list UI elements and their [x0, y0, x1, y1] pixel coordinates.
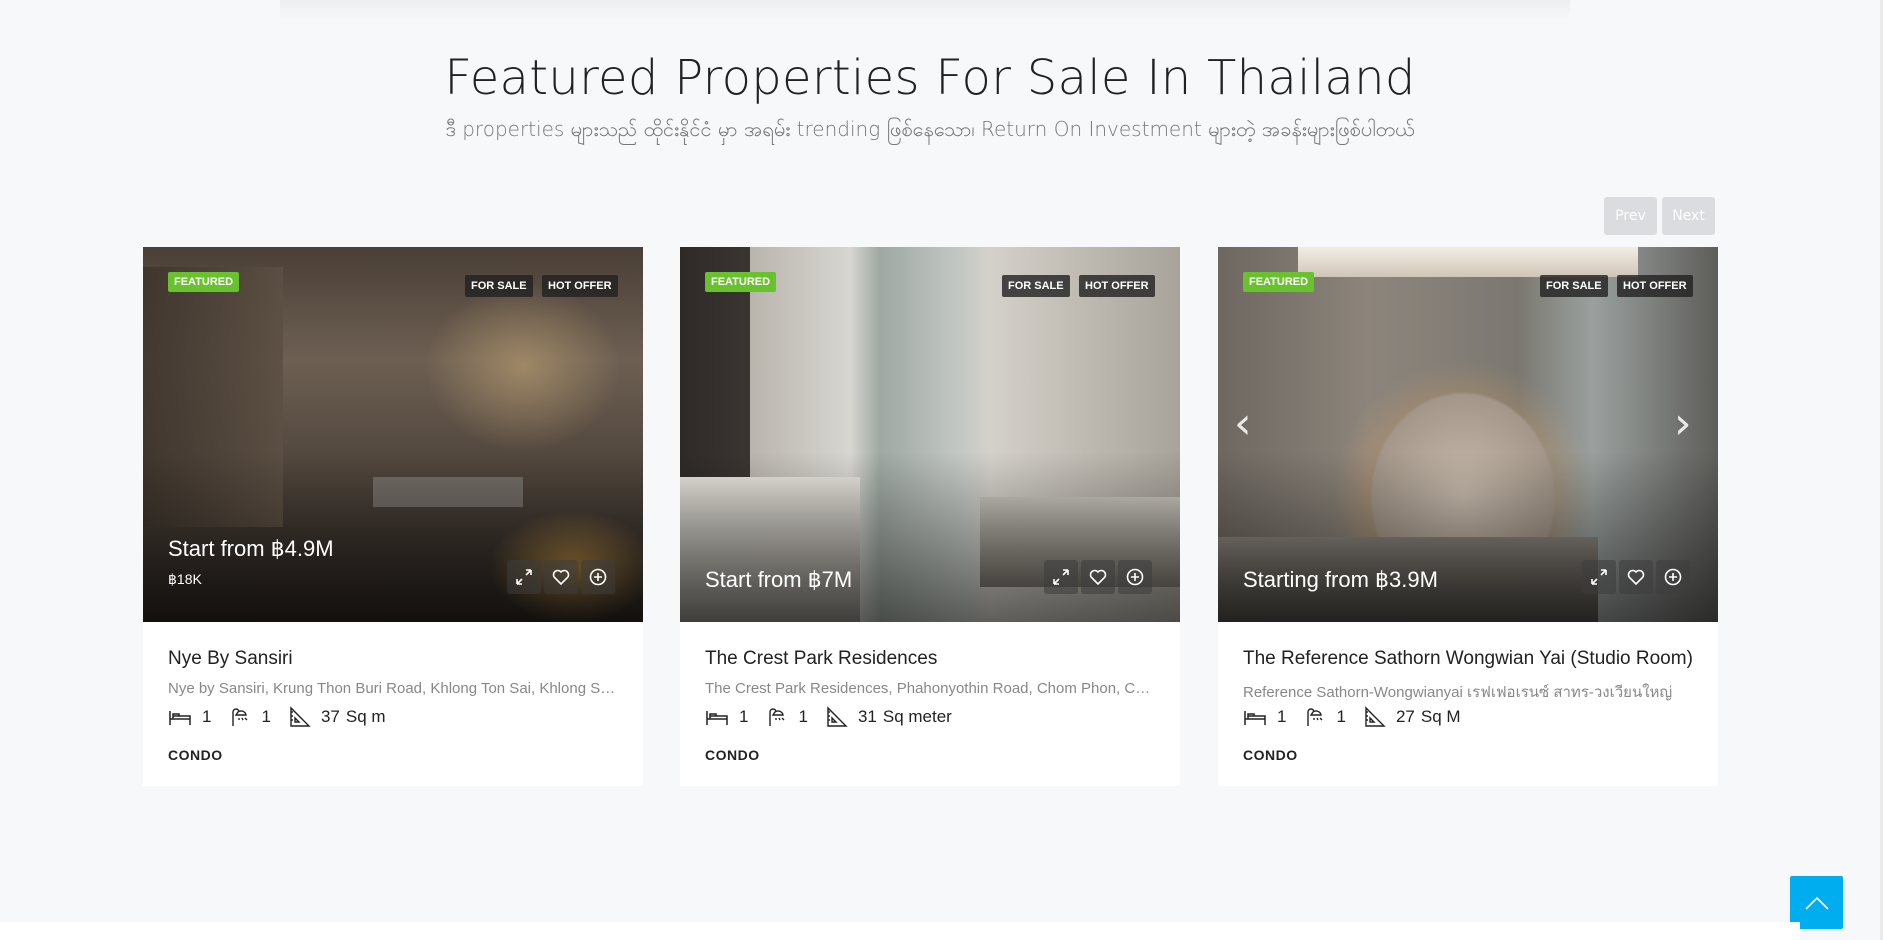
- compare-button[interactable]: [581, 560, 615, 594]
- area-unit: Sq m: [345, 707, 386, 726]
- bed-icon: [1244, 711, 1266, 725]
- property-price: Starting from ฿3.9M: [1243, 567, 1438, 592]
- heart-icon: [1089, 569, 1107, 586]
- bed-count: 1: [1277, 707, 1287, 726]
- section-title: Featured Properties For Sale In Thailand: [444, 50, 1416, 106]
- section-subtitle: ဒီ properties များသည် ထိုင်းနိုင်ငံ မှာ …: [445, 117, 1415, 141]
- bed-icon: [706, 711, 728, 725]
- property-image[interactable]: FEATURED FOR SALE HOT OFFER Start from ฿…: [143, 247, 643, 622]
- status-tag[interactable]: FOR SALE: [1540, 275, 1608, 297]
- property-price: Start from ฿7M: [705, 567, 853, 592]
- image-gradient: [680, 452, 1180, 622]
- property-amenities: 1 1 37 Sq m: [168, 706, 386, 728]
- area-value: 31: [857, 707, 877, 726]
- bed-count: 1: [739, 707, 749, 726]
- plus-circle-icon: [1664, 568, 1682, 586]
- property-address: Nye by Sansiri, Krung Thon Buri Road, Kh…: [168, 680, 618, 697]
- expand-button[interactable]: [1044, 560, 1078, 594]
- plus-circle-icon: [1126, 568, 1144, 586]
- expand-icon: [1591, 569, 1607, 585]
- area-unit: Sq meter: [882, 707, 952, 726]
- property-type: CONDO: [1243, 747, 1298, 763]
- property-address: Reference Sathorn-Wongwianyai เรฟเฟอเรนซ…: [1243, 684, 1673, 701]
- property-address: The Crest Park Residences, Phahonyothin …: [705, 680, 1155, 697]
- favorite-button[interactable]: [544, 560, 578, 594]
- property-amenities: 1 1 31 Sq meter: [705, 706, 952, 728]
- bath-count: 1: [261, 707, 271, 726]
- status-tag[interactable]: FOR SALE: [465, 275, 533, 297]
- property-type: CONDO: [168, 747, 223, 763]
- heart-icon: [1627, 569, 1645, 586]
- featured-tag: FEATURED: [705, 272, 777, 292]
- property-title[interactable]: The Reference Sathorn Wongwian Yai (Stud…: [1243, 648, 1693, 670]
- offer-tag[interactable]: HOT OFFER: [1079, 275, 1155, 297]
- expand-icon: [1053, 569, 1069, 585]
- shower-icon: [769, 708, 785, 726]
- property-card[interactable]: FEATURED FOR SALE HOT OFFER ‹ › Starting…: [1218, 247, 1718, 786]
- property-title[interactable]: Nye By Sansiri: [168, 648, 618, 670]
- shower-icon: [232, 708, 248, 726]
- expand-icon: [516, 569, 532, 585]
- property-type: CONDO: [705, 747, 760, 763]
- area-unit: Sq M: [1420, 707, 1461, 726]
- bed-icon: [169, 711, 191, 725]
- favorite-button[interactable]: [1081, 560, 1115, 594]
- area-value: 27: [1395, 707, 1415, 726]
- image-gradient: [1218, 452, 1718, 622]
- favorite-button[interactable]: [1619, 560, 1653, 594]
- property-card[interactable]: FEATURED FOR SALE HOT OFFER Start from ฿…: [143, 247, 643, 786]
- expand-button[interactable]: [507, 560, 541, 594]
- plus-circle-icon: [589, 568, 607, 586]
- featured-tag: FEATURED: [1243, 272, 1315, 292]
- property-amenities: 1 1 27 Sq M: [1243, 706, 1461, 728]
- property-image[interactable]: FEATURED FOR SALE HOT OFFER ‹ › Starting…: [1218, 247, 1718, 622]
- property-image[interactable]: FEATURED FOR SALE HOT OFFER Start from ฿…: [680, 247, 1180, 622]
- status-tag[interactable]: FOR SALE: [1002, 275, 1070, 297]
- chevron-up-icon: [1804, 896, 1829, 910]
- area-value: 37: [320, 707, 340, 726]
- shower-icon: [1307, 708, 1323, 726]
- bath-count: 1: [1336, 707, 1346, 726]
- next-button[interactable]: Next: [1662, 197, 1715, 235]
- property-title[interactable]: The Crest Park Residences: [705, 648, 1155, 670]
- expand-button[interactable]: [1582, 560, 1616, 594]
- compare-button[interactable]: [1118, 560, 1152, 594]
- ruler-triangle-icon: [290, 706, 311, 727]
- offer-tag[interactable]: HOT OFFER: [1617, 275, 1693, 297]
- bed-count: 1: [202, 707, 212, 726]
- property-price: Start from ฿4.9M: [168, 536, 334, 561]
- ruler-triangle-icon: [1365, 706, 1386, 727]
- featured-tag: FEATURED: [168, 272, 240, 292]
- compare-button[interactable]: [1656, 560, 1690, 594]
- footer-edge: [0, 922, 1800, 940]
- property-price-secondary: ฿18K: [168, 571, 202, 587]
- heart-icon: [552, 569, 570, 586]
- header-shadow: [280, 0, 1570, 20]
- ruler-triangle-icon: [827, 706, 848, 727]
- prev-button[interactable]: Prev: [1604, 197, 1657, 235]
- bath-count: 1: [798, 707, 808, 726]
- slide-next-arrow[interactable]: ›: [1674, 402, 1692, 446]
- slide-prev-arrow[interactable]: ‹: [1234, 402, 1252, 446]
- offer-tag[interactable]: HOT OFFER: [542, 275, 618, 297]
- property-card[interactable]: FEATURED FOR SALE HOT OFFER Start from ฿…: [680, 247, 1180, 786]
